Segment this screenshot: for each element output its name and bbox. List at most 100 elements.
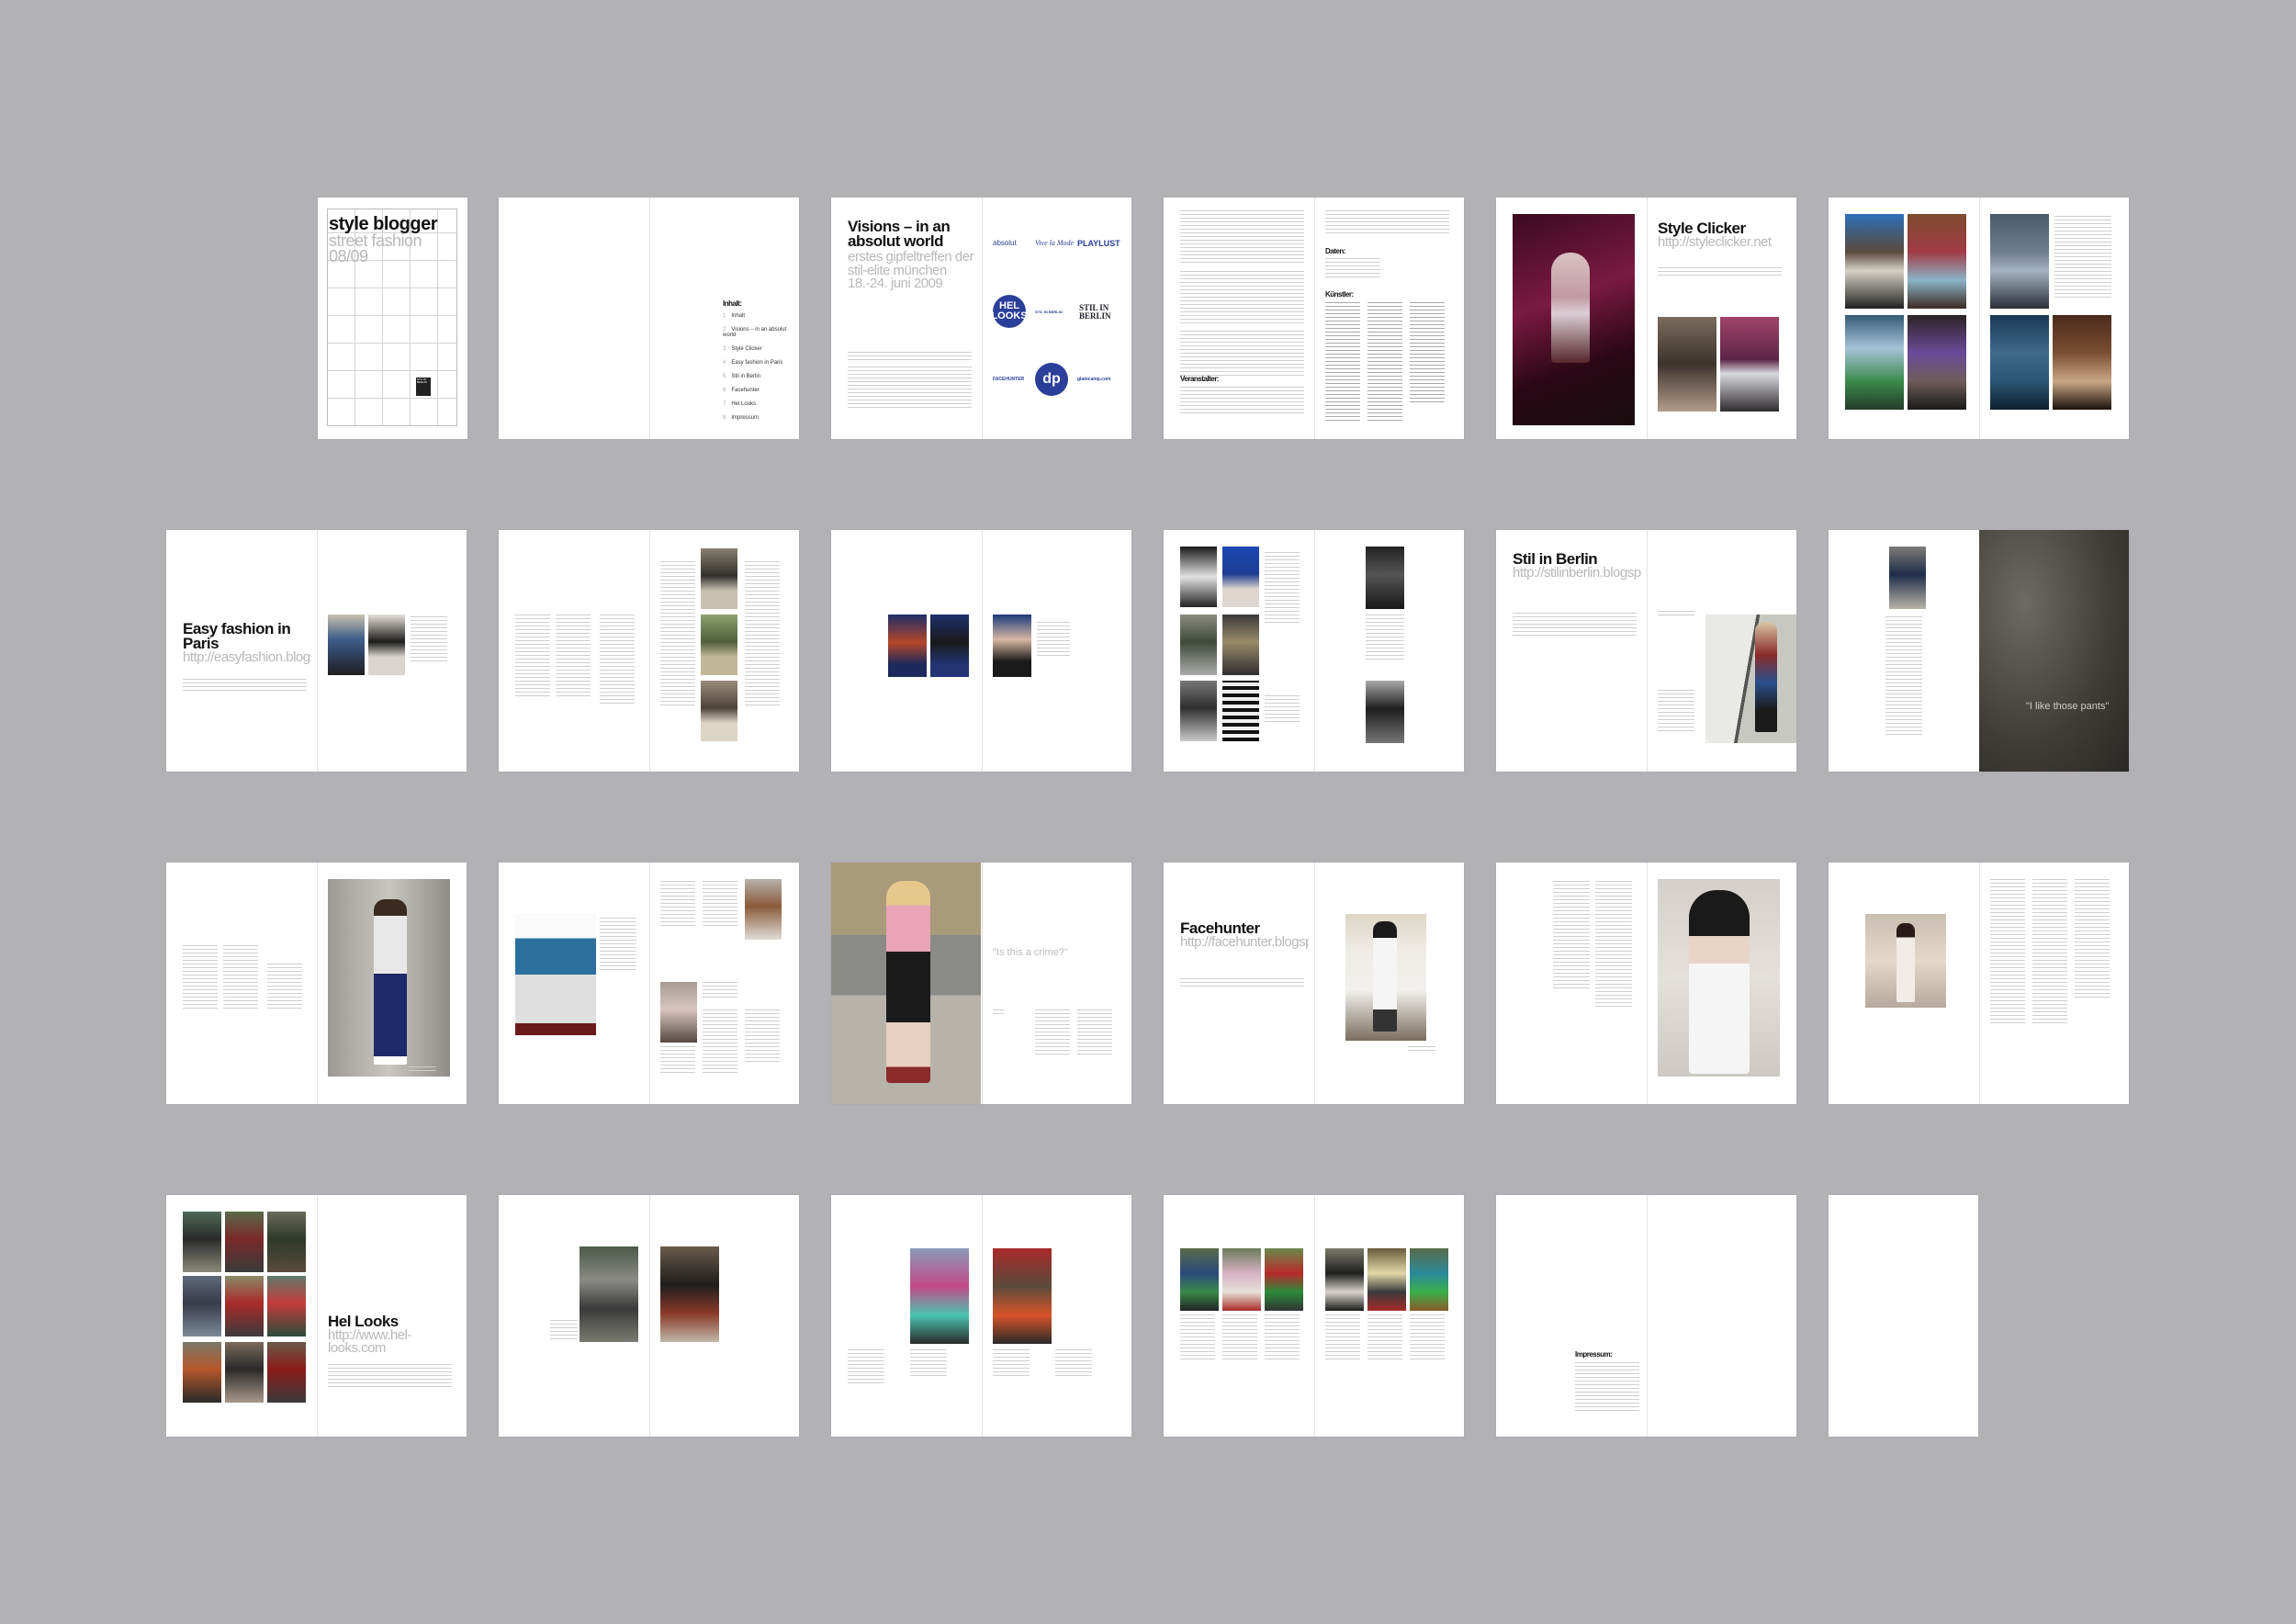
toc-item[interactable]: 3 Style Clicker [723,346,796,352]
photo [701,681,737,741]
photo [374,899,407,1065]
photo [1180,547,1217,607]
photo [1222,1248,1261,1311]
spread-easy-fashion-3 [831,530,1131,772]
toc-item[interactable]: 5 Stil in Berlin [723,374,796,379]
photo [225,1342,264,1403]
photo [225,1276,264,1336]
photo [267,1212,306,1272]
style-clicker-url[interactable]: http://styleclicker.net [1658,235,1786,249]
photo [888,615,927,677]
visions-title: Visions – in an absolut world [848,220,951,251]
photo [910,1248,969,1344]
photo [1180,681,1217,741]
logo-hel-looks: HEL LOOKS [991,295,1028,328]
stil-berlin-url[interactable]: http://stilinberlin.blogspot.com [1513,566,1641,580]
easy-fashion-title: Easy fashion in Paris [183,622,291,653]
facehunter-url[interactable]: http://facehunter.blogspot.com [1180,935,1309,949]
photo [660,982,697,1043]
cover-page: style blogger street fashion 08/09 STIL … [318,197,467,439]
spread-info: Veranstalter: Daten: Künstler: [1164,197,1464,439]
toc-item[interactable]: 1 Inhalt [723,313,796,319]
photo [886,881,930,1083]
spread-easy-fashion-2 [499,530,799,772]
spread-hel-looks-4 [1164,1195,1464,1437]
logo-facehunter: FACEHUNTER [993,377,1025,382]
spread-impressum: Impressum: [1496,1195,1796,1437]
logo-vive-la-mode: Vive la Mode [1035,239,1075,247]
spread-facehunter-2 [1496,863,1796,1104]
photo [580,1246,638,1342]
photo [368,615,405,675]
photo [1366,547,1404,609]
logo-dp: dp [1035,363,1068,396]
visions-subtitle: erstes gipfeltreffen der stil-elite münc… [848,249,974,291]
photo [1055,1248,1114,1344]
photo [1222,615,1259,675]
spread-stil-in-berlin-5: "Is this a crime?" [831,863,1131,1104]
spread-hel-looks-3 [831,1195,1131,1437]
spread-visions: Visions – in an absolut world erstes gip… [831,197,1131,439]
spread-style-clicker-photos [1829,197,2129,439]
toc-item[interactable]: 4 Easy fashion in Paris [723,360,796,366]
photo [515,914,596,1035]
easy-fashion-url[interactable]: http://easyfashion.blogspot.com [183,650,311,664]
logo-stil-in-berlin-small: STIL IN BERLIN [1035,310,1063,314]
photo [1845,315,1904,410]
impressum-heading: Impressum: [1575,1350,1613,1359]
logo-playlust: PLAYLUST [1077,239,1120,248]
photo [1990,214,2049,309]
photo [848,1248,906,1344]
spread-easy-fashion-4 [1164,530,1464,772]
toc-item[interactable]: 8 Impressum [723,415,796,421]
photo [183,1212,221,1272]
photo [183,1276,221,1336]
spread-hel-looks: Hel Looks http://www.hel-looks.com [166,1195,467,1437]
logo-absolut: absolut [993,239,1017,247]
photo [1325,1248,1364,1311]
veranstalter-heading: Veranstalter: [1180,375,1219,383]
toc-item[interactable]: 7 Hel Looks [723,401,796,407]
photo [1373,921,1397,1032]
spread-stil-in-berlin: Stil in Berlin http://stilinberlin.blogs… [1496,530,1796,772]
photo [993,615,1031,677]
photo [1410,1248,1448,1311]
daten-heading: Daten: [1325,247,1345,255]
spread-stil-in-berlin-2: "I like those pants" [1829,530,2129,772]
photo [1896,923,1915,1002]
kuenstler-heading: Künstler: [1325,290,1354,299]
document-year: 08/09 [329,247,368,265]
spread-easy-fashion: Easy fashion in Paris http://easyfashion… [166,530,467,772]
photo [1979,530,2129,772]
spreads-overview: { "document": {"title": "style blogger",… [0,0,2296,1624]
spread-stil-in-berlin-3 [166,863,467,1104]
photo [1889,547,1926,609]
photo [1222,547,1259,607]
logo-stil-in-berlin: STIL IN BERLIN [1079,303,1111,321]
photo [225,1212,264,1272]
photo [183,1342,221,1403]
hel-looks-url[interactable]: http://www.hel-looks.com [328,1328,456,1356]
photo [1990,315,2049,410]
photo [1265,1248,1303,1311]
photo [2053,315,2111,410]
photo [1908,315,1966,410]
spread-style-clicker: Style Clicker http://styleclicker.net [1496,197,1796,439]
photo [1755,622,1777,732]
photo [1180,615,1217,675]
logo-glamcamp: glamcamp.com [1077,377,1111,382]
photo [701,548,737,609]
crime-quote: "Is this a crime?" [993,947,1068,958]
photo [993,1248,1052,1344]
photo [701,615,737,675]
toc-item[interactable]: 2 Visions – in an absolut world [723,327,796,338]
photo [267,1276,306,1336]
toc-item[interactable]: 6 Facehunter [723,388,796,393]
photo [745,879,782,940]
cover-logo-text: STIL IN BERLIN [417,378,427,385]
cover-logo: STIL IN BERLIN [416,378,431,396]
pants-quote: "I like those pants" [2026,701,2110,712]
photo [1366,681,1404,743]
toc-heading: Inhalt: [723,300,742,308]
photo [1367,1248,1406,1311]
